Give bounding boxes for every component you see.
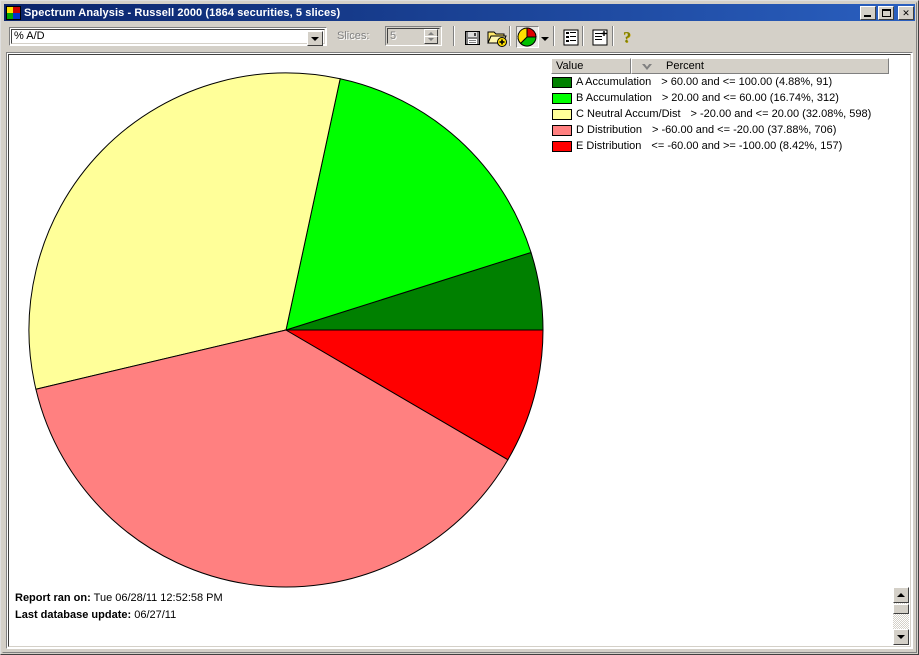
chevron-down-icon: [540, 37, 549, 41]
legend-column-header-percent[interactable]: Percent: [631, 58, 889, 74]
legend-row[interactable]: E Distribution <= -60.00 and >= -100.00 (…: [551, 138, 889, 154]
pie-chart-view-button[interactable]: [516, 26, 539, 48]
new-report-button[interactable]: [588, 26, 611, 48]
vertical-scrollbar[interactable]: [893, 587, 909, 645]
list-report-button[interactable]: [559, 26, 582, 48]
database-update-value: 06/27/11: [134, 609, 177, 621]
legend-series-range: > 20.00 and <= 60.00 (16.74%, 312): [661, 92, 839, 104]
legend-row[interactable]: D Distribution > -60.00 and <= -20.00 (37…: [551, 122, 889, 138]
scroll-up-button[interactable]: [893, 587, 909, 603]
legend-column-header-value[interactable]: Value: [551, 58, 631, 74]
report-footer: Report ran on: Tue 06/28/11 12:52:58 PM …: [15, 590, 223, 624]
close-icon: ✕: [902, 7, 910, 18]
chevron-down-icon: [311, 36, 319, 41]
floppy-disk-icon: [465, 31, 480, 45]
slices-stepper[interactable]: 5: [385, 26, 442, 46]
save-button[interactable]: [461, 26, 484, 48]
sort-descending-icon: [642, 63, 652, 70]
open-add-button[interactable]: [485, 26, 508, 48]
legend-column-header-percent-label: Percent: [666, 60, 704, 72]
report-canvas: Value Percent A Accumulation > 60.00 and …: [8, 54, 911, 647]
pie-chart[interactable]: [21, 65, 551, 595]
toolbar-separator: [582, 26, 584, 46]
help-button[interactable]: ? ?: [616, 26, 639, 48]
chevron-down-icon: [428, 38, 434, 41]
legend-series-name: D Distribution: [576, 124, 643, 136]
minimize-icon: [864, 14, 871, 17]
pie-chart-options-button[interactable]: [538, 26, 551, 48]
pie-chart-icon: [517, 27, 537, 47]
legend-header: Value Percent: [551, 58, 889, 74]
scroll-down-arrow-icon: [897, 635, 905, 639]
slices-label: Slices:: [337, 30, 370, 42]
legend-series-range: > -20.00 and <= 20.00 (32.08%, 598): [690, 108, 872, 120]
legend-row[interactable]: A Accumulation > 60.00 and <= 100.00 (4.8…: [551, 74, 889, 90]
legend-row[interactable]: B Accumulation > 20.00 and <= 60.00 (16.7…: [551, 90, 889, 106]
application-window: Spectrum Analysis - Russell 2000 (1864 s…: [0, 0, 919, 655]
report-client-area: Value Percent A Accumulation > 60.00 and …: [6, 52, 913, 649]
close-button[interactable]: ✕: [898, 5, 914, 20]
report-ran-value: Tue 06/28/11 12:52:58 PM: [93, 592, 223, 604]
slices-decrement-button[interactable]: [424, 36, 438, 44]
legend-series-name: E Distribution: [576, 140, 642, 152]
measure-dropdown-arrow-button[interactable]: [307, 31, 323, 46]
maximize-button[interactable]: [878, 5, 894, 20]
scroll-up-arrow-icon: [897, 593, 905, 597]
measure-dropdown-value: % A/D: [14, 30, 45, 42]
maximize-icon: [882, 8, 891, 17]
report-ran-line: Report ran on: Tue 06/28/11 12:52:58 PM: [15, 590, 223, 607]
legend-color-swatch: [552, 124, 572, 136]
legend-row[interactable]: C Neutral Accum/Dist > -20.00 and <= 20.0…: [551, 106, 889, 122]
svg-text:?: ?: [623, 30, 631, 47]
legend-color-swatch: [552, 140, 572, 152]
chevron-up-icon: [428, 32, 434, 35]
minimize-button[interactable]: [860, 5, 876, 20]
legend-color-swatch: [552, 92, 572, 104]
database-update-label: Last database update:: [15, 609, 132, 621]
toolbar-separator: [553, 26, 555, 46]
report-ran-label: Report ran on:: [15, 592, 91, 604]
toolbar-separator: [612, 26, 614, 46]
folder-add-icon: [487, 31, 507, 47]
scrollbar-thumb[interactable]: [893, 604, 909, 614]
legend-series-range: > -60.00 and <= -20.00 (37.88%, 706): [652, 124, 837, 136]
slices-stepper-value: 5: [390, 30, 397, 42]
legend-color-swatch: [552, 108, 572, 120]
report-add-icon: [592, 29, 608, 46]
toolbar-separator: [453, 26, 455, 46]
toolbar-separator: [509, 26, 511, 46]
pie-slices[interactable]: [28, 72, 544, 588]
legend-series-name: A Accumulation: [576, 76, 652, 88]
legend: Value Percent A Accumulation > 60.00 and …: [551, 58, 889, 154]
legend-series-range: <= -60.00 and >= -100.00 (8.42%, 157): [651, 140, 843, 152]
legend-rows: A Accumulation > 60.00 and <= 100.00 (4.8…: [551, 74, 889, 154]
toolbar: % A/D Slices: 5 ? ?: [4, 22, 915, 50]
report-list-icon: [563, 29, 579, 46]
slices-stepper-arrows[interactable]: [424, 29, 438, 44]
spectrum-app-icon: [6, 5, 21, 20]
legend-series-name: C Neutral Accum/Dist: [576, 108, 681, 120]
legend-series-range: > 60.00 and <= 100.00 (4.88%, 91): [661, 76, 833, 88]
legend-color-swatch: [552, 76, 572, 88]
measure-dropdown[interactable]: % A/D: [9, 27, 327, 46]
window-title: Spectrum Analysis - Russell 2000 (1864 s…: [24, 6, 341, 19]
question-mark-icon: ? ?: [623, 30, 632, 48]
database-update-line: Last database update: 06/27/11: [15, 607, 223, 624]
title-bar[interactable]: Spectrum Analysis - Russell 2000 (1864 s…: [4, 4, 915, 21]
legend-series-name: B Accumulation: [576, 92, 652, 104]
scroll-down-button[interactable]: [893, 629, 909, 645]
